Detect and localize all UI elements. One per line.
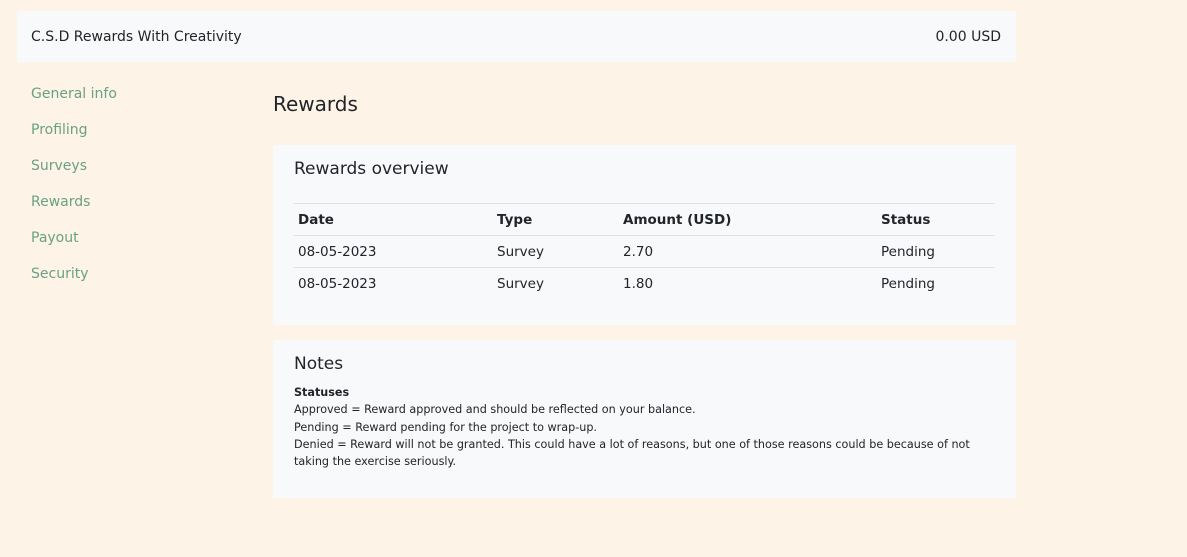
table-header-row: Date Type Amount (USD) Status [294, 203, 994, 236]
notes-card: Notes Statuses Approved = Reward approve… [273, 340, 1016, 498]
page-title: Rewards [273, 92, 358, 116]
cell-type: Survey [493, 267, 619, 299]
column-header-amount: Amount (USD) [619, 203, 877, 236]
sidebar-item-payout[interactable]: Payout [31, 226, 231, 262]
sidebar-item-security[interactable]: Security [31, 262, 231, 298]
sidebar-item-general-info[interactable]: General info [31, 82, 231, 118]
cell-type: Survey [493, 235, 619, 268]
rewards-overview-card: Rewards overview Date Type Amount (USD) … [273, 145, 1016, 325]
table-row: 08-05-2023 Survey 1.80 Pending [294, 267, 994, 299]
rewards-overview-title: Rewards overview [294, 159, 449, 179]
sidebar-item-profiling[interactable]: Profiling [31, 118, 231, 154]
cell-amount: 2.70 [619, 235, 877, 268]
sidebar-item-surveys[interactable]: Surveys [31, 154, 231, 190]
balance-display: 0.00 USD [935, 28, 1001, 45]
notes-line-approved: Approved = Reward approved and should be… [294, 403, 696, 417]
site-title[interactable]: C.S.D Rewards With Creativity [31, 29, 242, 45]
notes-heading: Statuses [294, 386, 350, 399]
cell-status: Pending [877, 235, 994, 268]
column-header-date: Date [294, 203, 493, 236]
rewards-table: Date Type Amount (USD) Status 08-05-2023… [294, 203, 994, 299]
sidebar-nav: General info Profiling Surveys Rewards P… [31, 82, 231, 298]
column-header-status: Status [877, 203, 994, 236]
cell-amount: 1.80 [619, 267, 877, 299]
cell-date: 08-05-2023 [294, 267, 493, 299]
notes-body: Statuses Approved = Reward approved and … [294, 384, 994, 470]
column-header-type: Type [493, 203, 619, 236]
cell-status: Pending [877, 267, 994, 299]
notes-title: Notes [294, 354, 344, 374]
table-row: 08-05-2023 Survey 2.70 Pending [294, 235, 994, 268]
sidebar-item-rewards[interactable]: Rewards [31, 190, 231, 226]
cell-date: 08-05-2023 [294, 235, 493, 268]
notes-line-pending: Pending = Reward pending for the project… [294, 420, 597, 434]
notes-line-denied: Denied = Reward will not be granted. Thi… [294, 437, 970, 469]
top-bar: C.S.D Rewards With Creativity 0.00 USD [17, 11, 1016, 62]
